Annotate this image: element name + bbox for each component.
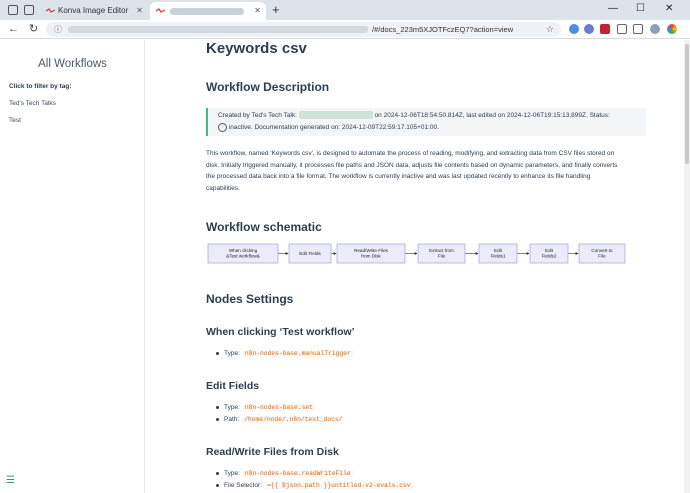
minimize-button[interactable]: —	[608, 1, 618, 17]
bullet	[216, 351, 219, 355]
extension-shield-icon[interactable]	[600, 24, 610, 34]
node-title-read-write-files: Read/Write Files from Disk	[206, 446, 339, 458]
prop-value-code: ={{ $json.path }}untitled-v2-evals.csv	[264, 482, 413, 489]
prop-value-code: /home/node/.n8n/test_docs/	[242, 416, 345, 423]
prop-label: Type:	[224, 470, 240, 477]
schematic-node-label: Edit Fields	[299, 251, 321, 256]
workflow-description: This workflow, named 'Keywords csv', is …	[206, 150, 618, 192]
created-by-text: Created by Ted's Tech Talk:	[218, 112, 297, 119]
nodes-settings-heading: Nodes Settings	[206, 292, 294, 306]
prop-value-code: n8n-nodes-base.set	[242, 404, 315, 411]
address-bar[interactable]: ⓘ /#/docs_223m5XJOTFczEQ7?action=view ☆	[46, 22, 561, 37]
profile-icon[interactable]	[8, 5, 18, 15]
prop-value-code: n8n-nodes-base.manualTrigger	[242, 350, 353, 357]
site-info-icon[interactable]: ⓘ	[54, 24, 62, 35]
node-prop-type: Type: n8n-nodes-base.set	[216, 404, 315, 411]
bullet	[216, 417, 219, 421]
node-prop-path: Path:/home/node/.n8n/test_docs/	[216, 416, 345, 423]
sidebar-title[interactable]: All Workflows	[0, 58, 145, 70]
inactive-status-icon: ◌	[218, 122, 227, 132]
extension-icon[interactable]	[569, 24, 579, 34]
schematic-node-label: When clicking &Test workflow&	[226, 248, 260, 259]
reload-icon[interactable]: ↻	[29, 21, 38, 38]
workflow-schematic-heading: Workflow schematic	[206, 220, 322, 234]
browser-toolbar: ← ↻ ⓘ /#/docs_223m5XJOTFczEQ7?action=vie…	[0, 20, 690, 39]
prop-label: Type:	[224, 350, 240, 357]
status-text: inactive. Documentation generated on: 20…	[228, 124, 439, 131]
n8n-favicon-icon	[156, 8, 165, 13]
page-scrollbar[interactable]	[684, 40, 690, 493]
extensions-puzzle-icon[interactable]	[617, 24, 627, 34]
tab-label: Konva Image Editor	[58, 6, 129, 15]
workflow-schematic: When clicking &Test workflow& Edit FieldsR…	[207, 243, 626, 264]
close-icon[interactable]: ✕	[136, 2, 143, 20]
close-icon[interactable]: ✕	[254, 2, 261, 20]
url-text: /#/docs_223m5XJOTFczEQ7?action=view	[372, 25, 514, 34]
scrollbar-thumb[interactable]	[685, 44, 689, 164]
sidebar: All Workflows Click to filter by tag: Te…	[0, 40, 145, 493]
node-title-manual-trigger: When clicking ‘Test workflow’	[206, 326, 355, 338]
hamburger-menu-icon[interactable]: ☰	[6, 476, 15, 486]
prop-label: Type:	[224, 404, 240, 411]
bullet	[216, 405, 219, 409]
node-prop-file-selector: File Selector: ={{ $json.path }}untitled-…	[216, 482, 413, 489]
url-redacted	[68, 26, 368, 33]
extension-icon[interactable]	[584, 24, 594, 34]
maximize-button[interactable]: ☐	[636, 1, 645, 17]
created-on-text: on 2024-12-06T18:54:50.814Z, last edited…	[374, 112, 610, 119]
node-title-edit-fields: Edit Fields	[206, 380, 260, 392]
prop-label: Path:	[224, 416, 240, 423]
workflow-meta-callout: Created by Ted's Tech Talk: on 2024-12-0…	[206, 108, 646, 136]
bookmark-star-icon[interactable]: ☆	[546, 22, 554, 37]
page-title: Keywords csv	[206, 40, 307, 57]
tab-title-redacted	[170, 8, 244, 15]
konva-favicon-icon	[46, 8, 55, 13]
tab-actions-icon[interactable]	[24, 5, 34, 15]
avatar[interactable]	[650, 24, 660, 34]
new-tab-button[interactable]: +	[272, 2, 280, 18]
close-window-button[interactable]: ✕	[665, 1, 673, 17]
prop-value-code: n8n-nodes-base.readWriteFile	[242, 470, 353, 477]
tab-konva-image-editor[interactable]: Konva Image Editor ✕	[40, 2, 148, 20]
filter-label: Click to filter by tag:	[9, 83, 72, 90]
workflow-description-heading: Workflow Description	[206, 80, 330, 94]
tag-filter-test[interactable]: Test	[9, 117, 21, 124]
browser-tab-bar: Konva Image Editor ✕ ✕ + — ☐ ✕	[0, 0, 690, 20]
copilot-icon[interactable]	[667, 24, 677, 34]
node-prop-type: Type: n8n-nodes-base.manualTrigger	[216, 350, 353, 357]
tab-active-docs[interactable]: ✕	[150, 2, 266, 20]
bullet	[216, 471, 219, 475]
node-prop-type: Type: n8n-nodes-base.readWriteFile	[216, 470, 353, 477]
downloads-icon[interactable]	[633, 24, 643, 34]
bullet	[216, 483, 219, 487]
prop-label: File Selector:	[224, 482, 262, 489]
tag-filter-teds-tech-talks[interactable]: Ted's Tech Talks	[9, 100, 56, 107]
back-arrow-icon[interactable]: ←	[8, 21, 19, 38]
author-redacted	[298, 111, 373, 120]
